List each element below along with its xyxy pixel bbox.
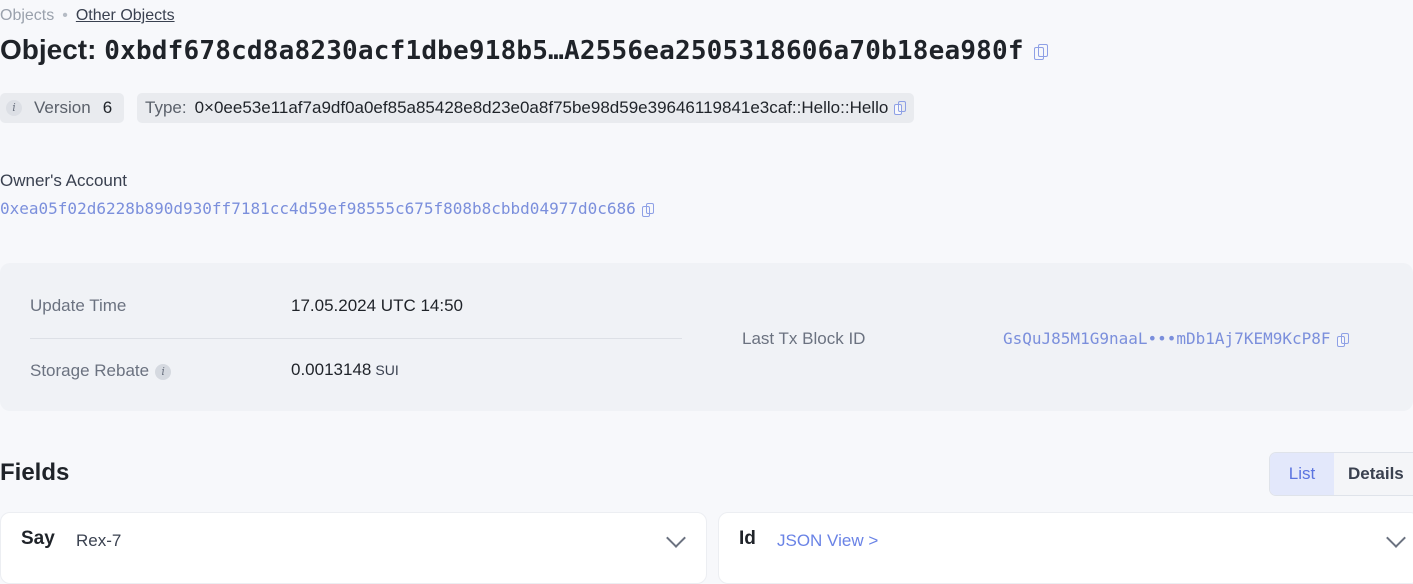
owner-account-label: Owner's Account (0, 171, 128, 190)
owner-account-address-link[interactable]: 0xea05f02d6228b890d930ff7181cc4d59ef9855… (0, 199, 654, 218)
field-card-say[interactable]: Say Rex-7 (0, 512, 707, 584)
field-name: Say (21, 528, 55, 549)
last-tx-block-id[interactable]: GsQuJ85M1G9naaL•••mDb1Aj7KEM9KcP8F (1003, 329, 1331, 348)
storage-rebate-label: Storage Rebate i (30, 361, 172, 381)
chevron-down-icon[interactable] (666, 528, 686, 548)
copy-icon[interactable] (641, 202, 654, 217)
type-badge: Type: 0×0ee53e11af7a9df0a0ef85a85428e8d2… (137, 93, 915, 123)
breadcrumb-current-link[interactable]: Other Objects (76, 7, 175, 24)
field-card-id[interactable]: Id JSON View > (718, 512, 1413, 584)
object-title-label: Object: (0, 34, 97, 65)
copy-icon[interactable] (1033, 43, 1048, 60)
info-icon[interactable]: i (6, 100, 22, 116)
field-name: Id (739, 528, 756, 549)
last-tx-block-label: Last Tx Block ID (742, 329, 866, 348)
object-details-panel: Update Time 17.05.2024 UTC 14:50 Storage… (0, 263, 1413, 411)
type-value: 0×0ee53e11af7a9df0a0ef85a85428e8d23e0a8f… (194, 98, 889, 117)
object-address: 0xbdf678cd8a8230acf1dbe918b5…A2556ea2505… (104, 36, 1024, 66)
chevron-down-icon[interactable] (1386, 528, 1406, 548)
owner-account-address[interactable]: 0xea05f02d6228b890d930ff7181cc4d59ef9855… (0, 199, 636, 218)
divider (30, 338, 682, 339)
update-time-label: Update Time (30, 296, 127, 315)
version-badge: i Version 6 (0, 93, 124, 123)
breadcrumb-root[interactable]: Objects (0, 7, 54, 24)
field-value: Rex-7 (76, 531, 122, 550)
storage-rebate-amount: 0.0013148 (291, 360, 372, 379)
list-view-button[interactable]: List (1270, 453, 1334, 495)
view-toggle: List Details (1269, 452, 1413, 496)
storage-rebate-label-text: Storage Rebate (30, 361, 150, 380)
fields-title: Fields (0, 459, 70, 486)
storage-rebate-unit: SUI (375, 362, 399, 378)
page-title: Object: 0xbdf678cd8a8230acf1dbe918b5…A25… (0, 34, 1048, 66)
json-view-link[interactable]: JSON View > (777, 531, 878, 551)
info-icon[interactable]: i (155, 363, 172, 380)
version-label: Version (34, 98, 91, 117)
details-view-button[interactable]: Details (1334, 453, 1413, 495)
storage-rebate-value: 0.0013148 SUI (291, 360, 399, 380)
copy-icon[interactable] (1336, 332, 1349, 347)
version-value: 6 (102, 98, 113, 117)
update-time-value: 17.05.2024 UTC 14:50 (291, 296, 464, 315)
type-label: Type: (145, 98, 187, 117)
breadcrumb: Objects • Other Objects (0, 7, 175, 25)
last-tx-block-link[interactable]: GsQuJ85M1G9naaL•••mDb1Aj7KEM9KcP8F (1003, 329, 1349, 348)
copy-icon[interactable] (894, 101, 907, 115)
breadcrumb-separator: • (62, 7, 68, 24)
